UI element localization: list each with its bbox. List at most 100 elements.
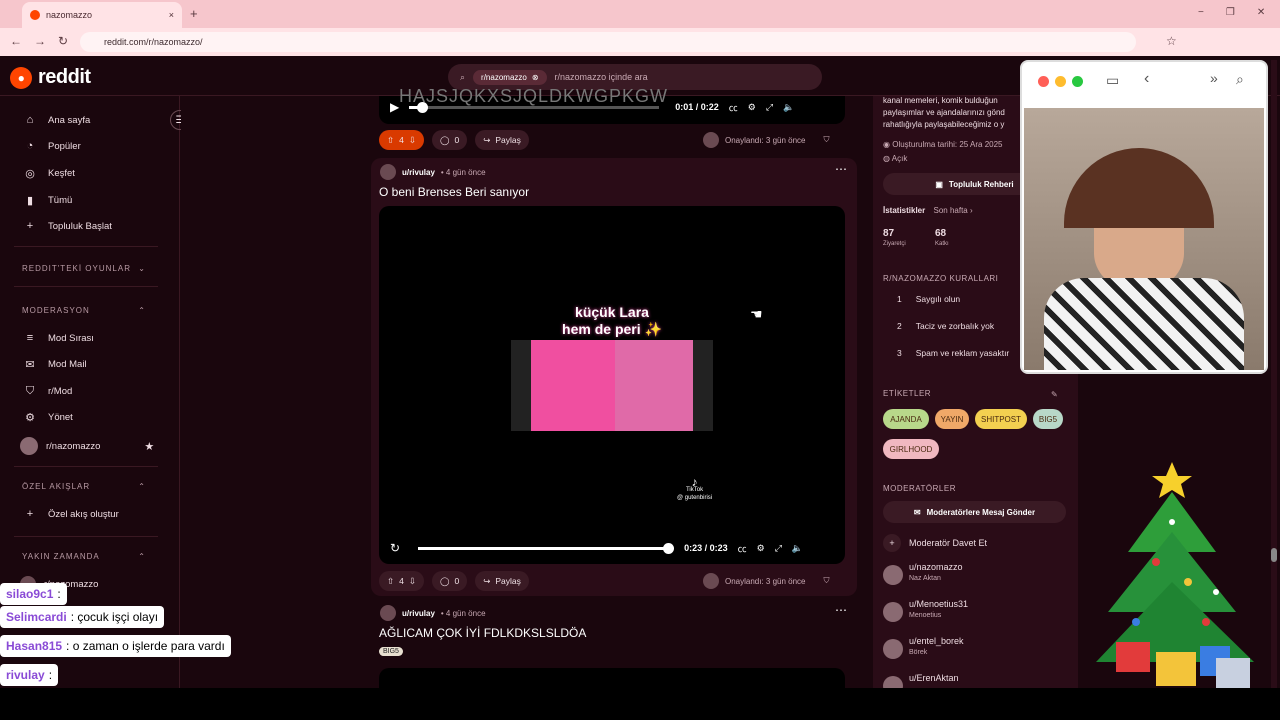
url-field[interactable]: reddit.com/r/nazomazzo/: [80, 32, 1136, 52]
sidebar-item-all[interactable]: ▮ Tümü: [24, 194, 72, 207]
comments-button[interactable]: ◯ 0: [431, 130, 468, 150]
more-options-icon[interactable]: ⋯: [835, 603, 847, 617]
shield-icon[interactable]: ⛉: [824, 576, 830, 586]
tag-chip[interactable]: GIRLHOOD: [883, 439, 939, 459]
share-button[interactable]: ↪ Paylaş: [475, 571, 529, 591]
post-user[interactable]: u/rivulay: [402, 609, 435, 618]
star-icon[interactable]: ★: [144, 440, 154, 453]
bookmark-star-icon[interactable]: ☆: [1166, 34, 1177, 48]
new-tab-button[interactable]: +: [190, 6, 198, 21]
shield-icon[interactable]: ⛉: [824, 135, 830, 145]
fullscreen-icon[interactable]: ⤢: [775, 543, 782, 554]
close-tab-icon[interactable]: ×: [169, 10, 174, 20]
sidebar-item-r-mod[interactable]: ⛉ r/Mod: [24, 385, 72, 398]
reddit-logo[interactable]: ● reddit: [10, 66, 91, 89]
vote-button[interactable]: ⇧ 4 ⇩: [379, 571, 424, 591]
close-dot-icon[interactable]: [1038, 76, 1049, 87]
settings-icon[interactable]: ⚙: [757, 543, 765, 554]
captions-icon[interactable]: ㏄: [738, 542, 747, 555]
sidebar-item-popular[interactable]: ◔ Popüler: [24, 140, 81, 152]
search-icon[interactable]: ⌕: [1236, 71, 1244, 88]
user-avatar[interactable]: [380, 164, 396, 180]
rule-item[interactable]: 3 Spam ve reklam yasaktır: [897, 348, 1009, 358]
video-player[interactable]: [379, 668, 845, 688]
community-avatar: [20, 437, 38, 455]
downvote-icon[interactable]: ⇩: [409, 135, 416, 146]
sidebar-item-explore[interactable]: ◎ Keşfet: [24, 167, 75, 180]
video-progress[interactable]: [418, 542, 675, 554]
sidebar-item-manage[interactable]: ⚙ Yönet: [24, 411, 73, 424]
back-arrow-icon[interactable]: ‹: [1144, 70, 1149, 88]
edit-icon[interactable]: ✎: [1051, 390, 1058, 399]
sidebar-item-create-feed[interactable]: + Özel akış oluştur: [24, 508, 119, 520]
community-description: kanal memeleri, komik bulduğun: [883, 96, 998, 105]
mod-avatar[interactable]: [883, 639, 903, 659]
minimize-button[interactable]: −: [1198, 7, 1204, 18]
invite-mod-button[interactable]: + Moderatör Davet Et: [883, 534, 987, 552]
upvote-icon[interactable]: ⇧: [387, 576, 394, 587]
video-scrubber[interactable]: [663, 542, 675, 554]
more-options-icon[interactable]: ⋯: [835, 162, 847, 176]
video-player[interactable]: küçük Lara hem de peri ✨ ♪ TikTok @ gutenbi…: [379, 206, 845, 564]
message-mods-button[interactable]: ✉ Moderatörlere Mesaj Gönder: [883, 501, 1066, 523]
play-icon[interactable]: ▶: [390, 100, 399, 114]
post-user[interactable]: u/rivulay: [402, 168, 435, 177]
reload-icon[interactable]: ↻: [58, 34, 68, 48]
chip-remove-icon[interactable]: ⊗: [532, 73, 539, 82]
browser-tab[interactable]: nazomazzo ×: [22, 2, 182, 28]
sidebar-item-start-community[interactable]: + Topluluk Başlat: [24, 220, 112, 232]
fullscreen-icon[interactable]: ⤢: [766, 102, 773, 113]
downvote-icon[interactable]: ⇩: [409, 576, 416, 587]
maximize-button[interactable]: ❐: [1226, 7, 1235, 18]
share-button[interactable]: ↪ Paylaş: [475, 130, 529, 150]
rule-item[interactable]: 1 Saygılı olun: [897, 294, 960, 304]
captions-icon[interactable]: ㏄: [729, 101, 738, 114]
scrollbar[interactable]: [1271, 60, 1277, 688]
vote-button[interactable]: ⇧ 4 ⇩: [379, 130, 424, 150]
sidebar-label: Özel akış oluştur: [48, 508, 119, 520]
upvote-icon[interactable]: ⇧: [387, 135, 394, 146]
recent-header[interactable]: YAKIN ZAMANDA ⌃: [22, 552, 146, 561]
mod-avatar[interactable]: [883, 565, 903, 585]
mod-avatar[interactable]: [883, 602, 903, 622]
mod-name[interactable]: u/entel_borek: [909, 636, 964, 646]
sidebar-item-community[interactable]: r/nazomazzo ★: [20, 437, 154, 455]
volume-icon[interactable]: 🔈: [783, 102, 794, 113]
sidebar-item-home[interactable]: ⌂ Ana sayfa: [24, 114, 91, 126]
tag-chip[interactable]: SHITPOST: [975, 409, 1027, 429]
volume-icon[interactable]: 🔈: [792, 543, 803, 554]
forward-double-icon[interactable]: »: [1210, 70, 1218, 86]
mod-name[interactable]: u/ErenAktan: [909, 673, 959, 683]
share-label: Paylaş: [495, 576, 521, 586]
user-avatar[interactable]: [380, 605, 396, 621]
scrollbar-thumb[interactable]: [1271, 548, 1277, 562]
stats-period[interactable]: Son hafta ›: [933, 206, 972, 215]
zoom-dot-icon[interactable]: [1072, 76, 1083, 87]
games-section-header[interactable]: REDDIT'TEKİ OYUNLAR ⌄: [22, 264, 146, 273]
back-icon[interactable]: ←: [10, 34, 22, 48]
forward-icon[interactable]: →: [34, 34, 46, 48]
post-title[interactable]: O beni Brenses Beri sanıyor: [379, 185, 529, 199]
settings-icon[interactable]: ⚙: [748, 102, 756, 113]
tag-chip[interactable]: AJANDA: [883, 409, 929, 429]
video-scrubber[interactable]: [416, 101, 428, 113]
video-progress[interactable]: [409, 101, 660, 113]
moderation-section-header[interactable]: MODERASYON ⌃: [22, 306, 146, 315]
minimize-dot-icon[interactable]: [1055, 76, 1066, 87]
close-window-button[interactable]: ✕: [1257, 7, 1265, 18]
comments-button[interactable]: ◯ 0: [431, 571, 468, 591]
search-community-chip[interactable]: r/nazomazzo ⊗: [473, 69, 547, 85]
reddit-favicon-icon: [30, 10, 40, 20]
sidebar-toggle-icon[interactable]: ▭: [1106, 72, 1119, 89]
replay-icon[interactable]: ↻: [390, 541, 400, 555]
tag-chip[interactable]: YAYIN: [935, 409, 969, 429]
mod-name[interactable]: u/Menoetius31: [909, 599, 968, 609]
tag-chip[interactable]: BIG5: [1033, 409, 1063, 429]
mod-name[interactable]: u/nazomazzo: [909, 562, 963, 572]
sidebar-item-mod-mail[interactable]: ✉ Mod Mail: [24, 358, 86, 371]
custom-feeds-header[interactable]: ÖZEL AKIŞLAR ⌃: [22, 482, 146, 491]
sidebar-item-mod-queue[interactable]: ≡ Mod Sırası: [24, 332, 94, 344]
rule-item[interactable]: 2 Taciz ve zorbalık yok: [897, 321, 994, 331]
post-title[interactable]: AĞLICAM ÇOK İYİ FDLKDKSLSLDÖA: [379, 626, 586, 640]
post-flair[interactable]: BIG5: [379, 647, 403, 656]
